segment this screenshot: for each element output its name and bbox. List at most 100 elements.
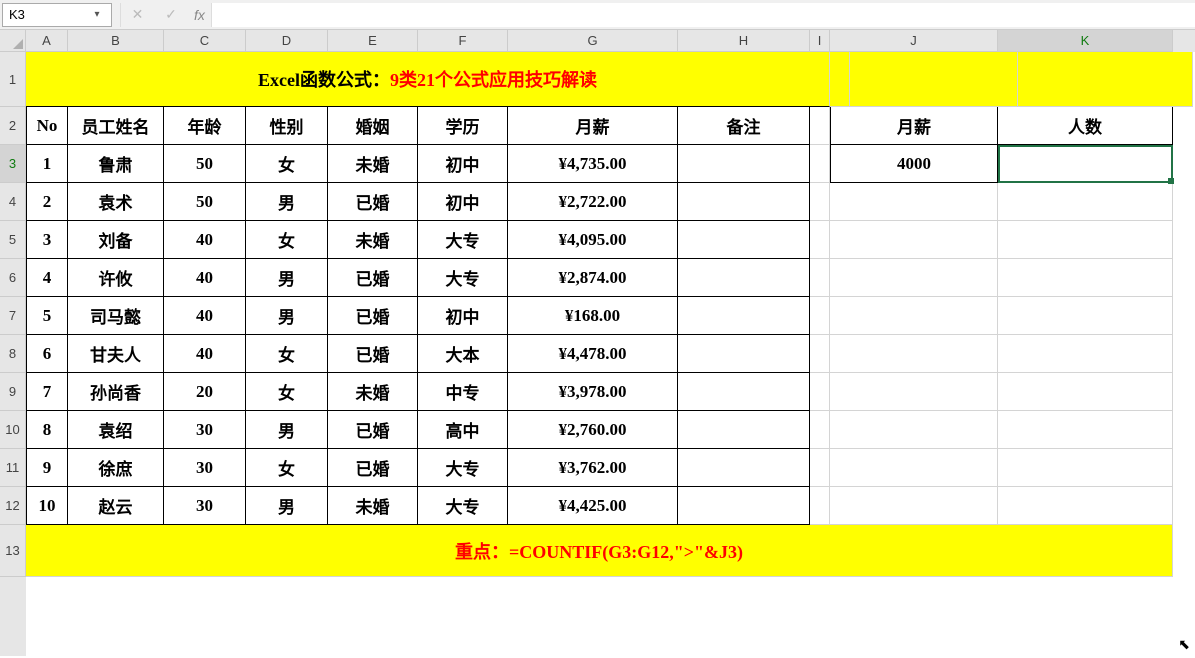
cell-salary[interactable]: ¥4,478.00 — [508, 335, 678, 373]
cell-no[interactable]: 7 — [26, 373, 68, 411]
col-edu[interactable]: 学历 — [418, 107, 508, 145]
cell[interactable] — [830, 52, 850, 107]
cell-salary[interactable]: ¥3,978.00 — [508, 373, 678, 411]
row-header[interactable]: 9 — [0, 373, 26, 411]
formula-input[interactable] — [211, 3, 1195, 27]
col-header[interactable]: E — [328, 30, 418, 52]
cell-gender[interactable]: 男 — [246, 183, 328, 221]
side-col-count[interactable]: 人数 — [998, 107, 1173, 145]
cell-no[interactable]: 5 — [26, 297, 68, 335]
cell-age[interactable]: 50 — [164, 183, 246, 221]
cell-edu[interactable]: 初中 — [418, 183, 508, 221]
name-box-dropdown-icon[interactable]: ▾ — [89, 9, 105, 20]
cell[interactable] — [810, 335, 830, 373]
side-col-salary[interactable]: 月薪 — [830, 107, 998, 145]
col-note[interactable]: 备注 — [678, 107, 810, 145]
cell[interactable] — [998, 335, 1173, 373]
cell-age[interactable]: 40 — [164, 259, 246, 297]
cell-salary[interactable]: ¥3,762.00 — [508, 449, 678, 487]
row-header[interactable]: 8 — [0, 335, 26, 373]
cell-name[interactable]: 鲁肃 — [68, 145, 164, 183]
cell-no[interactable]: 3 — [26, 221, 68, 259]
select-all-triangle[interactable] — [0, 30, 26, 52]
cell-edu[interactable]: 中专 — [418, 373, 508, 411]
cell[interactable] — [810, 107, 830, 145]
col-header[interactable]: G — [508, 30, 678, 52]
col-header[interactable]: B — [68, 30, 164, 52]
cell-age[interactable]: 30 — [164, 449, 246, 487]
cell-gender[interactable]: 男 — [246, 411, 328, 449]
cell-name[interactable]: 孙尚香 — [68, 373, 164, 411]
cell-marital[interactable]: 已婚 — [328, 259, 418, 297]
cell-marital[interactable]: 未婚 — [328, 487, 418, 525]
col-header[interactable]: C — [164, 30, 246, 52]
cell[interactable] — [810, 373, 830, 411]
cell-edu[interactable]: 大专 — [418, 259, 508, 297]
cell[interactable] — [830, 411, 998, 449]
row-header[interactable]: 7 — [0, 297, 26, 335]
cell[interactable] — [810, 259, 830, 297]
cell-salary[interactable]: ¥168.00 — [508, 297, 678, 335]
cell[interactable] — [830, 297, 998, 335]
col-header[interactable]: I — [810, 30, 830, 52]
cell-name[interactable]: 甘夫人 — [68, 335, 164, 373]
row-header[interactable]: 6 — [0, 259, 26, 297]
cell-age[interactable]: 30 — [164, 487, 246, 525]
cell-salary[interactable]: ¥4,425.00 — [508, 487, 678, 525]
cell-marital[interactable]: 已婚 — [328, 183, 418, 221]
cell[interactable] — [998, 487, 1173, 525]
cell-no[interactable]: 6 — [26, 335, 68, 373]
cell[interactable] — [830, 487, 998, 525]
cell-no[interactable]: 1 — [26, 145, 68, 183]
cell[interactable] — [1018, 52, 1193, 107]
row-header[interactable]: 12 — [0, 487, 26, 525]
cell-name[interactable]: 徐庶 — [68, 449, 164, 487]
cell-gender[interactable]: 男 — [246, 487, 328, 525]
cell-no[interactable]: 4 — [26, 259, 68, 297]
cell[interactable] — [998, 373, 1173, 411]
cell[interactable] — [998, 411, 1173, 449]
cell-gender[interactable]: 女 — [246, 145, 328, 183]
col-header[interactable]: J — [830, 30, 998, 52]
cell-edu[interactable]: 高中 — [418, 411, 508, 449]
cell[interactable] — [998, 297, 1173, 335]
cell-salary[interactable]: ¥2,874.00 — [508, 259, 678, 297]
cell-gender[interactable]: 女 — [246, 449, 328, 487]
col-gender[interactable]: 性别 — [246, 107, 328, 145]
page-title[interactable]: Excel函数公式： 9类21个公式应用技巧解读 — [26, 52, 830, 107]
col-name[interactable]: 员工姓名 — [68, 107, 164, 145]
col-no[interactable]: No — [26, 107, 68, 145]
cell[interactable] — [830, 259, 998, 297]
cell-gender[interactable]: 女 — [246, 221, 328, 259]
cell-note[interactable] — [678, 487, 810, 525]
cell-gender[interactable]: 男 — [246, 297, 328, 335]
cell-note[interactable] — [678, 145, 810, 183]
cell-name[interactable]: 袁术 — [68, 183, 164, 221]
cell-name[interactable]: 许攸 — [68, 259, 164, 297]
cell-note[interactable] — [678, 411, 810, 449]
side-salary-value[interactable]: 4000 — [830, 145, 998, 183]
cell[interactable] — [810, 145, 830, 183]
cell[interactable] — [810, 487, 830, 525]
cell-edu[interactable]: 大专 — [418, 487, 508, 525]
cell-name[interactable]: 袁绍 — [68, 411, 164, 449]
cell-edu[interactable]: 大专 — [418, 449, 508, 487]
cell-marital[interactable]: 已婚 — [328, 297, 418, 335]
cell-name[interactable]: 司马懿 — [68, 297, 164, 335]
cell[interactable] — [830, 335, 998, 373]
cell-age[interactable]: 40 — [164, 335, 246, 373]
col-age[interactable]: 年龄 — [164, 107, 246, 145]
cell[interactable] — [830, 373, 998, 411]
cell-no[interactable]: 9 — [26, 449, 68, 487]
name-box[interactable]: K3 ▾ — [2, 3, 112, 27]
cell[interactable] — [810, 449, 830, 487]
row-header[interactable]: 1 — [0, 52, 26, 107]
col-header[interactable]: D — [246, 30, 328, 52]
row-header[interactable]: 10 — [0, 411, 26, 449]
cell-note[interactable] — [678, 183, 810, 221]
col-salary[interactable]: 月薪 — [508, 107, 678, 145]
cell-salary[interactable]: ¥2,760.00 — [508, 411, 678, 449]
cell[interactable] — [998, 221, 1173, 259]
cell-age[interactable]: 40 — [164, 297, 246, 335]
row-header[interactable]: 5 — [0, 221, 26, 259]
